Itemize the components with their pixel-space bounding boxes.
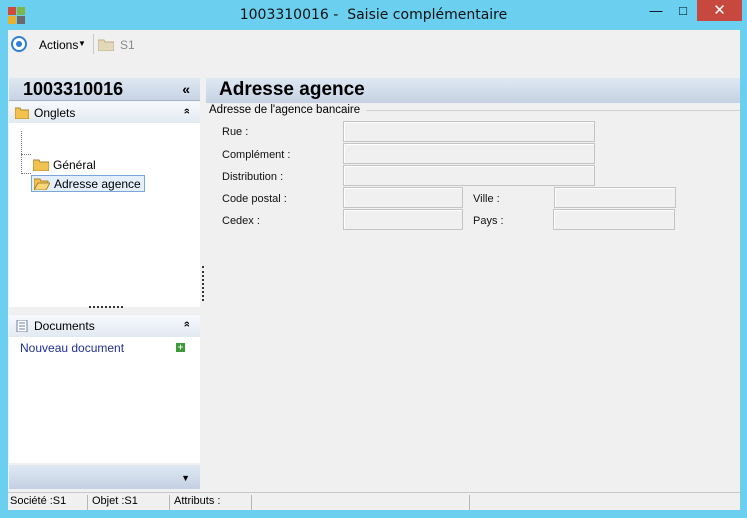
toolbar: Actions ▼ S1 [8,30,740,58]
pays-label: Pays : [473,215,504,227]
tabs-section-header[interactable]: Onglets » [9,102,200,124]
tree-item-adresse-agence[interactable]: Adresse agence [31,175,145,192]
code-postal-field[interactable] [343,187,463,208]
complement-label: Complément : [222,149,291,161]
add-icon[interactable]: + [176,343,185,352]
tree-connector [21,131,22,174]
toolbar-separator [93,34,94,54]
chevron-down-icon[interactable]: ▼ [78,39,86,48]
pays-field[interactable] [553,209,675,230]
status-bar: Société :S1 Objet :S1 Attributs : [8,492,740,510]
status-objet: Objet :S1 [90,495,170,510]
page-header: Adresse agence [206,78,740,103]
tree-item-label: Adresse agence [54,177,141,191]
rue-field[interactable] [343,121,595,142]
ville-label: Ville : [473,193,500,205]
vertical-splitter[interactable] [202,266,204,301]
window-title: 1003310016 - Saisie complémentaire [239,7,508,23]
open-folder-icon [34,178,50,190]
distribution-label: Distribution : [222,171,284,183]
status-societe: Société :S1 [8,495,88,510]
application-window: 1003310016 - Saisie complémentaire — □ ✕… [0,0,747,518]
group-title: Adresse de l'agence bancaire [209,104,364,116]
new-document-link[interactable]: Nouveau document [20,341,124,355]
record-id: 1003310016 [23,79,124,99]
tree-connector [21,173,31,174]
cedex-label: Cedex : [222,215,260,227]
form-panel: Adresse agence Adresse de l'agence banca… [206,78,740,492]
tabs-tree: Général Adresse agence [9,123,200,308]
documents-section-label: Documents [34,319,95,333]
collapse-panel-icon[interactable]: « [182,81,190,97]
window-client-area: Actions ▼ S1 1003310016 « Onglets » Géné… [8,30,740,510]
record-header: 1003310016 « [9,78,200,101]
tabs-section-label: Onglets [34,106,76,120]
group-divider [366,110,740,111]
cedex-field[interactable] [343,209,463,230]
close-icon[interactable]: ✕ [697,0,742,21]
collapse-section-icon[interactable]: » [181,321,193,327]
chevron-down-icon[interactable]: ▼ [181,473,190,483]
breadcrumb-label[interactable]: S1 [120,38,135,52]
rue-label: Rue : [222,126,249,138]
tree-item-general[interactable]: Général [31,157,99,174]
documents-list: Nouveau document + [9,337,200,463]
page-title: Adresse agence [219,79,365,100]
status-attributs: Attributs : [172,495,252,510]
distribution-field[interactable] [343,165,595,186]
folder-icon [33,159,49,171]
status-cell [471,495,738,510]
tree-connector [21,154,31,155]
panel-splitter[interactable] [89,306,123,308]
maximize-icon[interactable]: □ [670,0,696,21]
actions-menu-button[interactable]: Actions [39,38,78,52]
document-icon [16,320,28,332]
navigation-footer[interactable]: ▼ [9,465,200,489]
navigation-panel: 1003310016 « Onglets » Général Adresse a… [9,78,200,492]
minimize-icon[interactable]: — [643,0,669,21]
title-bar[interactable]: 1003310016 - Saisie complémentaire — □ ✕ [0,0,747,30]
complement-field[interactable] [343,143,595,164]
code-postal-label: Code postal : [222,193,287,205]
folder-icon [98,39,114,51]
collapse-section-icon[interactable]: » [181,108,193,114]
status-cell [253,495,470,510]
folder-icon [15,107,29,119]
tree-item-label: Général [53,158,96,172]
ville-field[interactable] [554,187,676,208]
documents-section-header[interactable]: Documents » [9,315,200,337]
target-icon[interactable] [11,36,27,52]
